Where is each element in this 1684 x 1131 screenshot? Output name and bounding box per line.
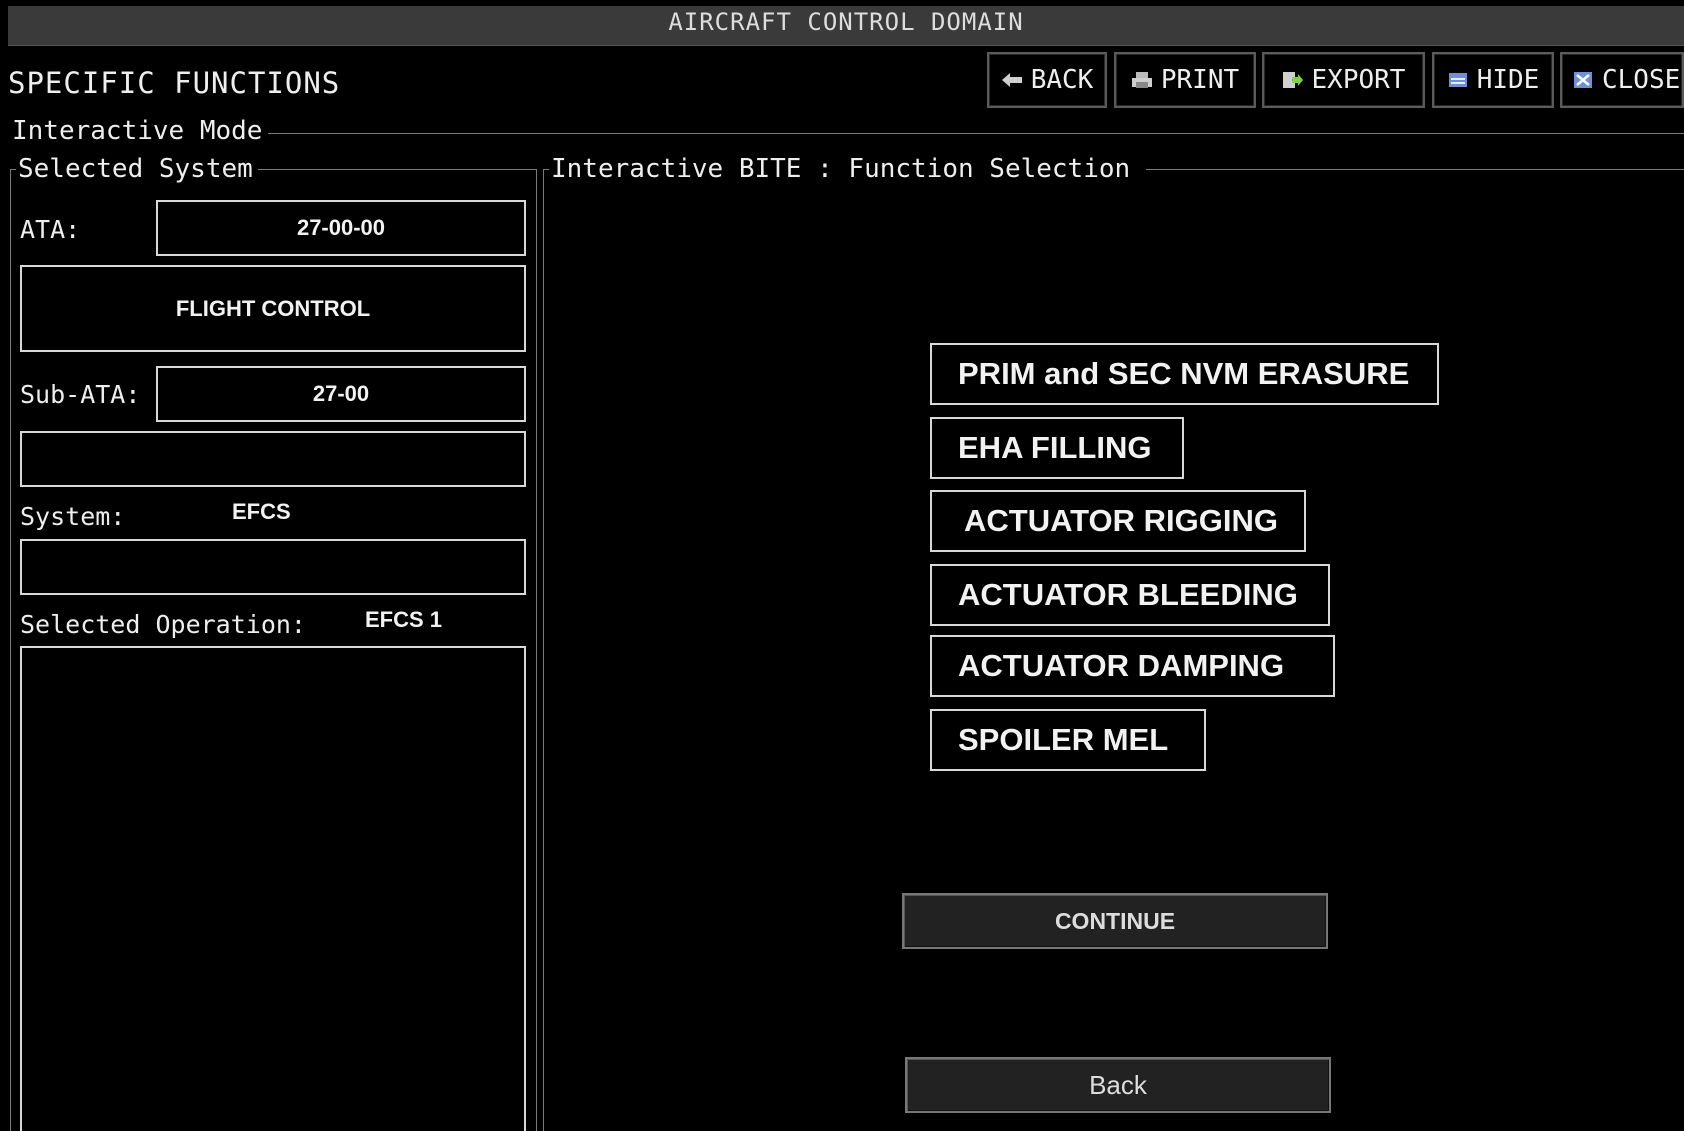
window-title: AIRCRAFT CONTROL DOMAIN bbox=[668, 8, 1024, 36]
system-label: System: bbox=[20, 502, 126, 531]
print-label: PRINT bbox=[1160, 65, 1240, 95]
selected-operation-value: EFCS 1 bbox=[365, 607, 443, 632]
hide-label: HIDE bbox=[1476, 65, 1540, 95]
system-value: EFCS bbox=[232, 499, 291, 524]
function-button-spoiler-mel[interactable]: SPOILER MEL bbox=[930, 709, 1206, 771]
window-title-bar: AIRCRAFT CONTROL DOMAIN bbox=[8, 6, 1684, 46]
print-button[interactable]: PRINT bbox=[1114, 52, 1256, 108]
function-button-actuator-bleeding[interactable]: ACTUATOR BLEEDING bbox=[930, 564, 1330, 626]
ata-label: ATA: bbox=[20, 215, 81, 244]
continue-button[interactable]: CONTINUE bbox=[902, 893, 1328, 949]
page-title: SPECIFIC FUNCTIONS bbox=[8, 66, 341, 100]
sub-ata-field: 27-00 bbox=[156, 366, 526, 422]
bite-border-top bbox=[1146, 169, 1684, 170]
function-button-actuator-damping[interactable]: ACTUATOR DAMPING bbox=[930, 635, 1335, 697]
arrow-left-icon bbox=[1001, 71, 1023, 89]
export-button[interactable]: EXPORT bbox=[1262, 52, 1425, 108]
selected-system-border-right bbox=[536, 169, 537, 1131]
system-field bbox=[20, 539, 526, 595]
function-button-actuator-rigging[interactable]: ACTUATOR RIGGING bbox=[930, 490, 1306, 552]
interactive-mode-legend: Interactive Mode bbox=[12, 116, 265, 146]
selected-system-legend: Selected System bbox=[18, 154, 255, 184]
ata-title-field: FLIGHT CONTROL bbox=[20, 265, 526, 352]
sub-ata-label: Sub-ATA: bbox=[20, 380, 141, 409]
ata-field: 27-00-00 bbox=[156, 200, 526, 256]
export-label: EXPORT bbox=[1311, 65, 1406, 95]
selected-operation-label: Selected Operation: bbox=[20, 610, 306, 639]
back-toolbar-button[interactable]: BACK bbox=[987, 52, 1107, 108]
sub-ata-title-field bbox=[20, 431, 526, 487]
mode-group-border bbox=[268, 133, 1684, 134]
function-button-prim-sec-nvm-erasure[interactable]: PRIM and SEC NVM ERASURE bbox=[930, 343, 1439, 405]
close-label: CLOSE bbox=[1602, 65, 1681, 95]
back-button[interactable]: Back bbox=[905, 1057, 1331, 1113]
close-icon bbox=[1572, 71, 1594, 89]
hide-button[interactable]: HIDE bbox=[1432, 52, 1554, 108]
operation-details-box bbox=[20, 646, 526, 1131]
back-toolbar-label: BACK bbox=[1030, 65, 1094, 95]
bite-legend: Interactive BITE : Function Selection bbox=[551, 154, 1133, 184]
printer-icon bbox=[1131, 71, 1153, 89]
bite-border-left bbox=[543, 169, 544, 1131]
close-button[interactable]: CLOSE bbox=[1560, 52, 1684, 108]
function-button-eha-filling[interactable]: EHA FILLING bbox=[930, 417, 1184, 479]
selected-system-border-top bbox=[258, 169, 536, 170]
hide-icon bbox=[1447, 71, 1469, 89]
export-icon bbox=[1282, 71, 1304, 89]
selected-system-border-left bbox=[10, 169, 11, 1131]
